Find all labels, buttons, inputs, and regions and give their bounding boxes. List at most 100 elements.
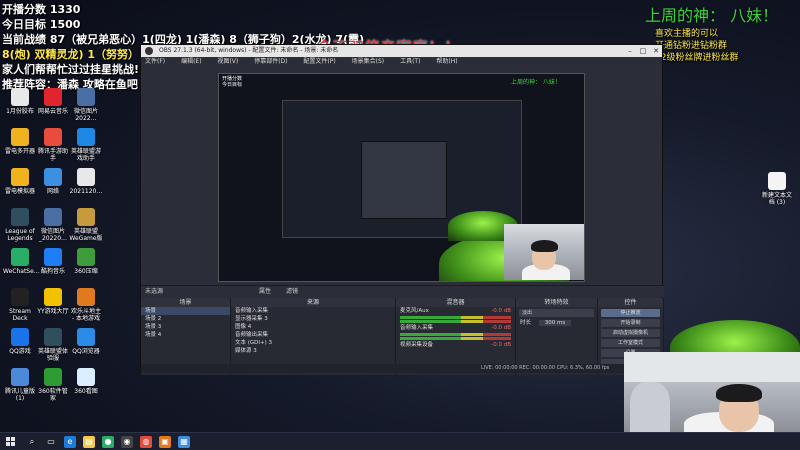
kugou-icon	[44, 248, 62, 266]
source-item[interactable]: 文本 (GDI+) 3	[231, 339, 395, 347]
chrome-icon[interactable]: ◍	[140, 436, 152, 448]
edge-icon[interactable]: e	[64, 436, 76, 448]
close-icon[interactable]: ✕	[650, 45, 662, 57]
desktop-icon[interactable]: 网络	[36, 168, 70, 195]
filters-button[interactable]: 滤镜	[286, 286, 298, 298]
desktop-icon[interactable]: 雷电多开器	[3, 128, 37, 155]
obs-window-title: OBS 27.1.3 (64-bit, windows) - 配置文件: 未命名…	[159, 47, 339, 54]
studio-mode-button[interactable]: 工作室模式	[601, 339, 660, 347]
desktop-icon[interactable]: 2021120…	[69, 168, 103, 195]
android-emulator-icon	[11, 128, 29, 146]
desktop-icon[interactable]: 腾讯儿童版 (1)	[3, 368, 37, 402]
desktop-icon-label: 网易云音乐	[37, 108, 68, 115]
mixer-channel-name: 视频采集设备	[400, 342, 434, 348]
wechat-icon[interactable]: ●	[102, 436, 114, 448]
mixer-channel-name: 音频输入采集	[400, 325, 434, 331]
menu-profile[interactable]: 配置文件(P)	[303, 58, 335, 65]
menu-scene-collection[interactable]: 场景集合(S)	[352, 58, 385, 65]
desktop-icon[interactable]: 微信图片_20220…	[36, 208, 70, 242]
desktop-icon[interactable]: League of Legends	[3, 208, 37, 242]
desktop-icon[interactable]: Stream Deck	[3, 288, 37, 322]
scene-item[interactable]: 场景	[141, 307, 230, 315]
desktop-icon[interactable]: 1月份胶布	[3, 88, 37, 115]
scene-item[interactable]: 场景 4	[141, 331, 230, 339]
desktop-icon-label: 腾讯儿童版 (1)	[4, 388, 35, 402]
store-icon[interactable]: ▦	[178, 436, 190, 448]
desktop-icon[interactable]: 360软件管家	[36, 368, 70, 402]
desktop-icon[interactable]: 360压缩	[69, 248, 103, 275]
desktop-icon-label: 360看图	[74, 388, 98, 395]
desktop-icon[interactable]: QQ浏览器	[69, 328, 103, 355]
goal-label: 今日目标	[2, 18, 46, 31]
desktop-icon[interactable]: 新建文本文档 (3)	[760, 172, 794, 206]
source-item[interactable]: 音频输出采集	[231, 331, 395, 339]
virtual-camera-button[interactable]: 启动虚拟摄像机	[601, 329, 660, 337]
volume-meter	[400, 316, 511, 319]
minimize-icon[interactable]: –	[624, 45, 636, 57]
desktop-icon[interactable]: 腾讯手游助手	[36, 128, 70, 162]
stop-streaming-button[interactable]: 停止推流	[601, 309, 660, 317]
qq-browser-icon	[77, 328, 95, 346]
desktop-icon[interactable]: QQ游戏	[3, 328, 37, 355]
obs-logo-icon	[145, 47, 153, 55]
desktop-icon-label: 雷电模拟器	[4, 188, 35, 195]
scene-item[interactable]: 场景 3	[141, 323, 230, 331]
preview-webcam	[504, 224, 584, 280]
source-item[interactable]: 音频输入采集	[231, 307, 395, 315]
desktop-icon[interactable]: 雷电模拟器	[3, 168, 37, 195]
desktop-icon[interactable]: 英雄联盟游戏助手	[69, 128, 103, 162]
menu-docks[interactable]: 停靠部件(D)	[254, 58, 287, 65]
maximize-icon[interactable]: □	[637, 45, 649, 57]
windows-start-icon[interactable]	[6, 437, 16, 447]
menu-file[interactable]: 文件(F)	[145, 58, 165, 65]
lol-helper-icon	[77, 128, 95, 146]
file-explorer-icon[interactable]: ▤	[83, 436, 95, 448]
volume-meter	[400, 320, 511, 323]
source-item[interactable]: 显示器采集 3	[231, 315, 395, 323]
mixer-title: 混音器	[396, 298, 515, 307]
source-item[interactable]: 图像 4	[231, 323, 395, 331]
transition-select[interactable]: 淡出	[519, 309, 594, 317]
source-item[interactable]: 媒体源 3	[231, 347, 395, 355]
folder-icon	[11, 368, 29, 386]
netease-music-icon	[44, 88, 62, 106]
task-view-icon[interactable]: ▭	[45, 436, 57, 448]
desktop-icon-label: 雷电多开器	[4, 148, 35, 155]
start-recording-button[interactable]: 开始录制	[601, 319, 660, 327]
obs-icon[interactable]: ◉	[121, 436, 133, 448]
desktop-icon-label: 英雄联盟体验服	[37, 348, 68, 362]
image-icon	[77, 88, 95, 106]
desktop-icon[interactable]: 微信图片 2022…	[69, 88, 103, 122]
qq-games-icon	[11, 328, 29, 346]
scene-item[interactable]: 场景 2	[141, 315, 230, 323]
obs-preview[interactable]: 开播分数 今日目标 上周的神： 八妹！	[218, 73, 585, 282]
menu-help[interactable]: 帮助(H)	[436, 58, 457, 65]
duration-input[interactable]: 300 ms	[538, 320, 572, 326]
desktop-icon-label: QQ游戏	[9, 348, 31, 355]
properties-button[interactable]: 属性	[259, 286, 271, 298]
desktop-icon-label: 腾讯手游助手	[37, 148, 68, 162]
desktop-icon[interactable]: 360看图	[69, 368, 103, 395]
desktop-icon-label: 360压缩	[74, 268, 98, 275]
menu-edit[interactable]: 编辑(E)	[181, 58, 201, 65]
nested-god-title: 上周的神： 八妹！	[511, 79, 561, 86]
desktop-icon[interactable]: 欢乐斗地主 - 本地游戏	[69, 288, 103, 322]
menu-tools[interactable]: 工具(T)	[400, 58, 420, 65]
obs-titlebar[interactable]: OBS 27.1.3 (64-bit, windows) - 配置文件: 未命名…	[141, 45, 662, 57]
desktop-icon[interactable]: 网易云音乐	[36, 88, 70, 115]
ldplayer-icon	[11, 168, 29, 186]
desktop-icon-label: QQ浏览器	[72, 348, 100, 355]
desktop-icon-label: 英雄联盟WeGame版	[69, 228, 103, 242]
desktop-icon[interactable]: 英雄联盟WeGame版	[69, 208, 103, 242]
desktop-icon[interactable]: 酷狗音乐	[36, 248, 70, 275]
stream-deck-icon	[11, 288, 29, 306]
desktop-icon[interactable]: WeChatSe…	[3, 248, 40, 275]
desktop-icon-label: 英雄联盟游戏助手	[70, 148, 101, 162]
app-icon[interactable]: ▣	[159, 436, 171, 448]
desktop-icon-label: League of Legends	[5, 228, 35, 242]
desktop-icon-label: 欢乐斗地主 - 本地游戏	[70, 308, 101, 322]
desktop-icon[interactable]: 英雄联盟体验服	[36, 328, 70, 362]
desktop-icon[interactable]: YY游戏大厅	[36, 288, 70, 315]
menu-view[interactable]: 视图(V)	[217, 58, 238, 65]
search-icon[interactable]: ⌕	[26, 436, 38, 448]
